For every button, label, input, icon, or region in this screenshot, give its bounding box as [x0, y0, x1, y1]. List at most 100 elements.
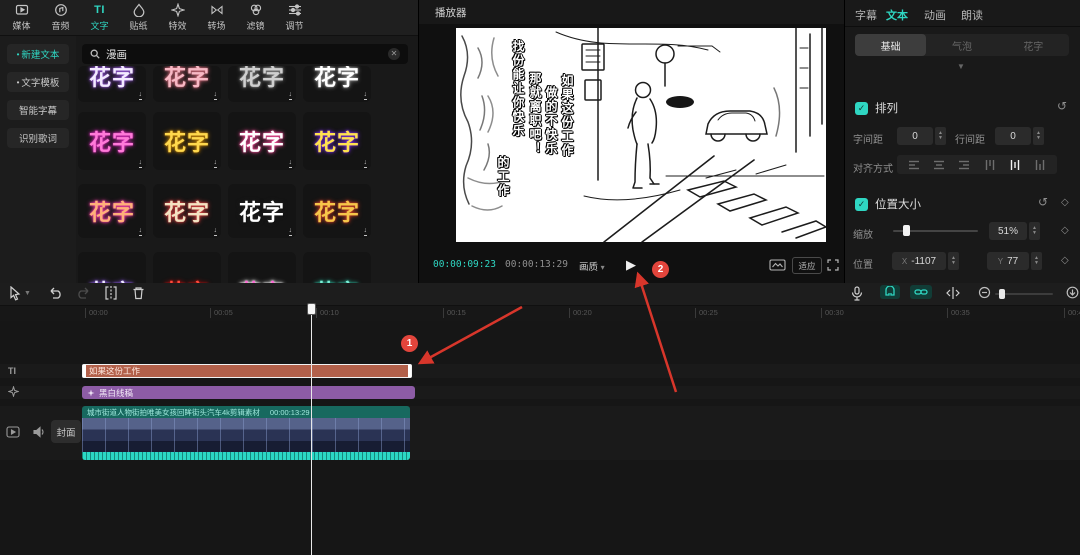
text-style-tile[interactable]: 花字↓ — [303, 112, 371, 170]
subtab-bubble[interactable]: 气泡 — [926, 34, 997, 56]
line-spacing-field[interactable]: 0 — [995, 127, 1031, 145]
record-mic-icon[interactable] — [851, 286, 863, 301]
text-style-tile[interactable]: 花字↓ — [153, 66, 221, 102]
mute-speaker-icon[interactable] — [33, 426, 45, 438]
undo-icon[interactable] — [48, 286, 63, 300]
text-style-tile[interactable]: 花字↓ — [228, 184, 296, 238]
quality-dropdown[interactable]: 画质 ▾ — [579, 259, 605, 273]
align-right-icon[interactable] — [958, 159, 970, 171]
playhead-handle[interactable] — [307, 303, 316, 315]
text-style-tile[interactable]: 花字↓ — [78, 184, 146, 238]
toolbar-item-sticker[interactable]: 贴纸 — [119, 0, 158, 35]
snap-magnet-icon[interactable] — [880, 285, 900, 299]
reset-icon[interactable]: ↺ — [1038, 195, 1048, 209]
delete-icon[interactable] — [132, 286, 145, 300]
text-style-tile[interactable]: 花字 — [78, 252, 146, 283]
text-style-tile[interactable]: 花字 — [303, 252, 371, 283]
scale-mode-icon[interactable] — [769, 259, 786, 271]
align-center-icon[interactable] — [933, 159, 945, 171]
bullet-icon: • — [17, 78, 20, 87]
effects-icon — [171, 3, 185, 17]
toolbar-item-filter[interactable]: 滤镜 — [236, 0, 275, 35]
inspector-tabs: 字幕 文本 动画 朗读 — [845, 0, 1080, 27]
tab-subtitle[interactable]: 字幕 — [855, 7, 877, 23]
subtab-basic[interactable]: 基础 — [855, 34, 926, 56]
text-style-tile[interactable]: 花字↓ — [303, 184, 371, 238]
text-clip[interactable]: 如果这份工作 — [82, 364, 412, 378]
tab-read-aloud[interactable]: 朗读 — [961, 7, 983, 23]
play-button[interactable]: ▶ — [626, 257, 636, 273]
tile-label: 花字 — [239, 275, 285, 283]
position-y-field[interactable]: Y77 — [987, 252, 1029, 270]
effect-clip[interactable]: 黑白线稿 — [82, 386, 415, 399]
align-left-icon[interactable] — [908, 159, 920, 171]
toolbar-item-audio[interactable]: 音频 — [41, 0, 80, 35]
toolbar-item-transition[interactable]: 转场 — [197, 0, 236, 35]
video-clip[interactable]: 城市街道人物街拍唯美女孩回眸街头汽车4k剪辑素材 00:00:13:29 — [82, 406, 410, 460]
clear-search-icon[interactable]: ✕ — [388, 48, 400, 60]
letter-spacing-stepper[interactable]: ▲▼ — [935, 127, 946, 145]
keyframe-diamond-icon[interactable]: ◇ — [1061, 225, 1069, 236]
fullscreen-icon[interactable] — [827, 259, 839, 271]
toolbar-item-media[interactable]: 媒体 — [2, 0, 41, 35]
chevron-down-icon[interactable]: ▼ — [24, 290, 31, 297]
toolbar-item-effects[interactable]: 特效 — [158, 0, 197, 35]
line-spacing-stepper[interactable]: ▲▼ — [1033, 127, 1044, 145]
split-icon[interactable] — [104, 286, 118, 300]
text-style-tile[interactable]: 花字↓ — [153, 184, 221, 238]
overlay-caption-col: 那就离职吧！ — [528, 72, 542, 156]
subtab-fancy[interactable]: 花字 — [998, 34, 1069, 56]
align-top-icon[interactable] — [984, 159, 996, 171]
tile-label: 花字 — [89, 195, 135, 227]
select-tool-icon[interactable] — [8, 286, 22, 301]
template-row: 花字↓ 花字↓ 花字↓ 花字↓ — [78, 184, 371, 238]
position-x-field[interactable]: X-1107 — [892, 252, 946, 270]
template-row: 花字↓ 花字↓ 花字↓ 花字↓ — [78, 66, 371, 102]
zoom-out-icon[interactable] — [978, 286, 991, 299]
reset-icon[interactable]: ↺ — [1057, 99, 1067, 113]
sidebar-item-new-text[interactable]: •新建文本 — [7, 44, 69, 64]
timeline-ruler[interactable]: 00:00 00:05 00:10 00:15 00:20 00:25 00:3… — [0, 306, 1080, 321]
text-style-tile[interactable]: 花字 — [228, 252, 296, 283]
text-style-tile[interactable]: 花字↓ — [78, 112, 146, 170]
preview-axis-icon[interactable] — [946, 286, 960, 300]
fit-button[interactable]: 适应 — [792, 257, 822, 274]
tab-animation[interactable]: 动画 — [924, 7, 946, 23]
slider-knob[interactable] — [999, 289, 1005, 299]
letter-spacing-field[interactable]: 0 — [897, 127, 933, 145]
align-bottom-icon[interactable] — [1034, 159, 1046, 171]
link-clips-icon[interactable] — [910, 285, 932, 299]
text-style-tile[interactable]: 花字↓ — [228, 112, 296, 170]
text-style-tile[interactable]: 花字↓ — [228, 66, 296, 102]
sidebar-item-smart-subtitle[interactable]: 智能字幕 — [7, 100, 69, 120]
position-y-stepper[interactable]: ▲▼ — [1031, 252, 1042, 270]
scale-field[interactable]: 51% — [989, 222, 1027, 240]
collapse-chevron-icon[interactable]: ▼ — [957, 62, 965, 71]
position-x-stepper[interactable]: ▲▼ — [948, 252, 959, 270]
sidebar-item-text-template[interactable]: •文字模板 — [7, 72, 69, 92]
text-style-tile[interactable]: 花字 — [153, 252, 221, 283]
video-preview[interactable]: 如果这份工作 做的不快乐 那就离职吧！ 找份能让你快乐 的工作 — [456, 28, 826, 242]
tab-text[interactable]: 文本 — [886, 7, 908, 23]
text-style-tile[interactable]: 花字↓ — [153, 112, 221, 170]
scale-slider[interactable] — [893, 230, 978, 232]
search-query[interactable]: 漫画 — [106, 47, 127, 62]
slider-knob[interactable] — [903, 225, 910, 236]
checkbox-checked-icon[interactable]: ✓ — [855, 198, 868, 211]
cover-button[interactable]: 封面 — [51, 420, 81, 443]
fit-timeline-icon[interactable] — [1066, 286, 1079, 299]
keyframe-diamond-icon[interactable]: ◇ — [1061, 197, 1069, 208]
redo-icon[interactable] — [76, 286, 91, 300]
text-style-tile[interactable]: 花字↓ — [78, 66, 146, 102]
sidebar-item-lyrics-recognition[interactable]: 识别歌词 — [7, 128, 69, 148]
keyframe-diamond-icon[interactable]: ◇ — [1061, 255, 1069, 266]
scale-stepper[interactable]: ▲▼ — [1029, 222, 1040, 240]
timeline-tracks: TI 封面 如果这份工作 黑白线稿 城市街道人物街拍唯美女孩回眸街头汽车4k剪辑… — [0, 321, 1080, 555]
text-style-tile[interactable]: 花字↓ — [303, 66, 371, 102]
align-middle-icon[interactable] — [1009, 159, 1021, 171]
search-bar[interactable]: 漫画 ✕ — [82, 44, 408, 64]
toolbar-item-adjust[interactable]: 调节 — [275, 0, 314, 35]
timeline-zoom-slider[interactable] — [995, 293, 1053, 295]
toolbar-item-text[interactable]: TI 文字 — [80, 0, 119, 35]
checkbox-checked-icon[interactable]: ✓ — [855, 102, 868, 115]
